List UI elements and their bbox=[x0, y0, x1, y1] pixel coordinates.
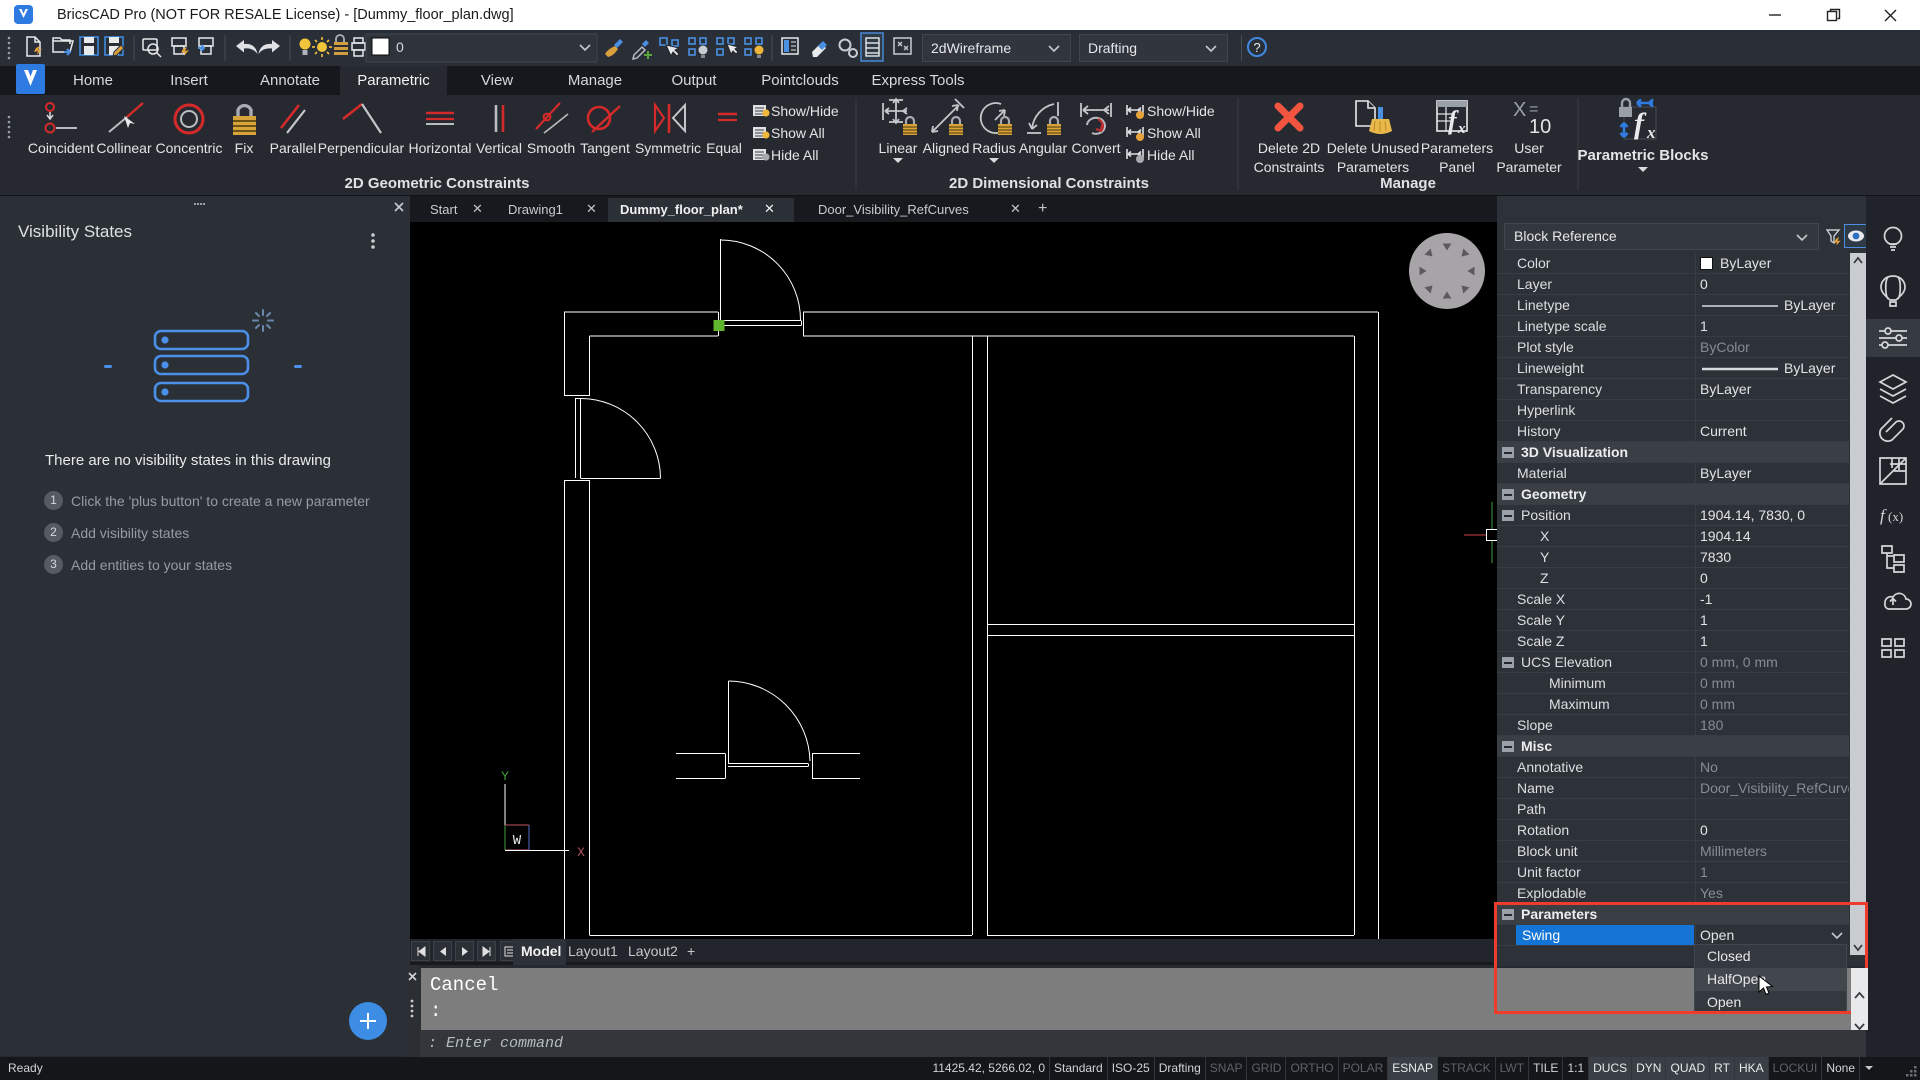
svg-text:X: X bbox=[577, 845, 585, 860]
svg-text:10: 10 bbox=[1529, 116, 1551, 138]
svg-text:(x): (x) bbox=[1888, 509, 1903, 524]
svg-text:f: f bbox=[1634, 107, 1647, 140]
svg-text:x: x bbox=[1646, 123, 1656, 142]
svg-text:W: W bbox=[513, 833, 522, 849]
svg-text:Y: Y bbox=[501, 769, 509, 784]
svg-text:X: X bbox=[1513, 99, 1526, 121]
svg-text:f: f bbox=[1880, 506, 1887, 525]
svg-text:x: x bbox=[1457, 121, 1466, 137]
svg-text:0: 0 bbox=[396, 39, 404, 55]
svg-text:?: ? bbox=[1253, 40, 1260, 55]
